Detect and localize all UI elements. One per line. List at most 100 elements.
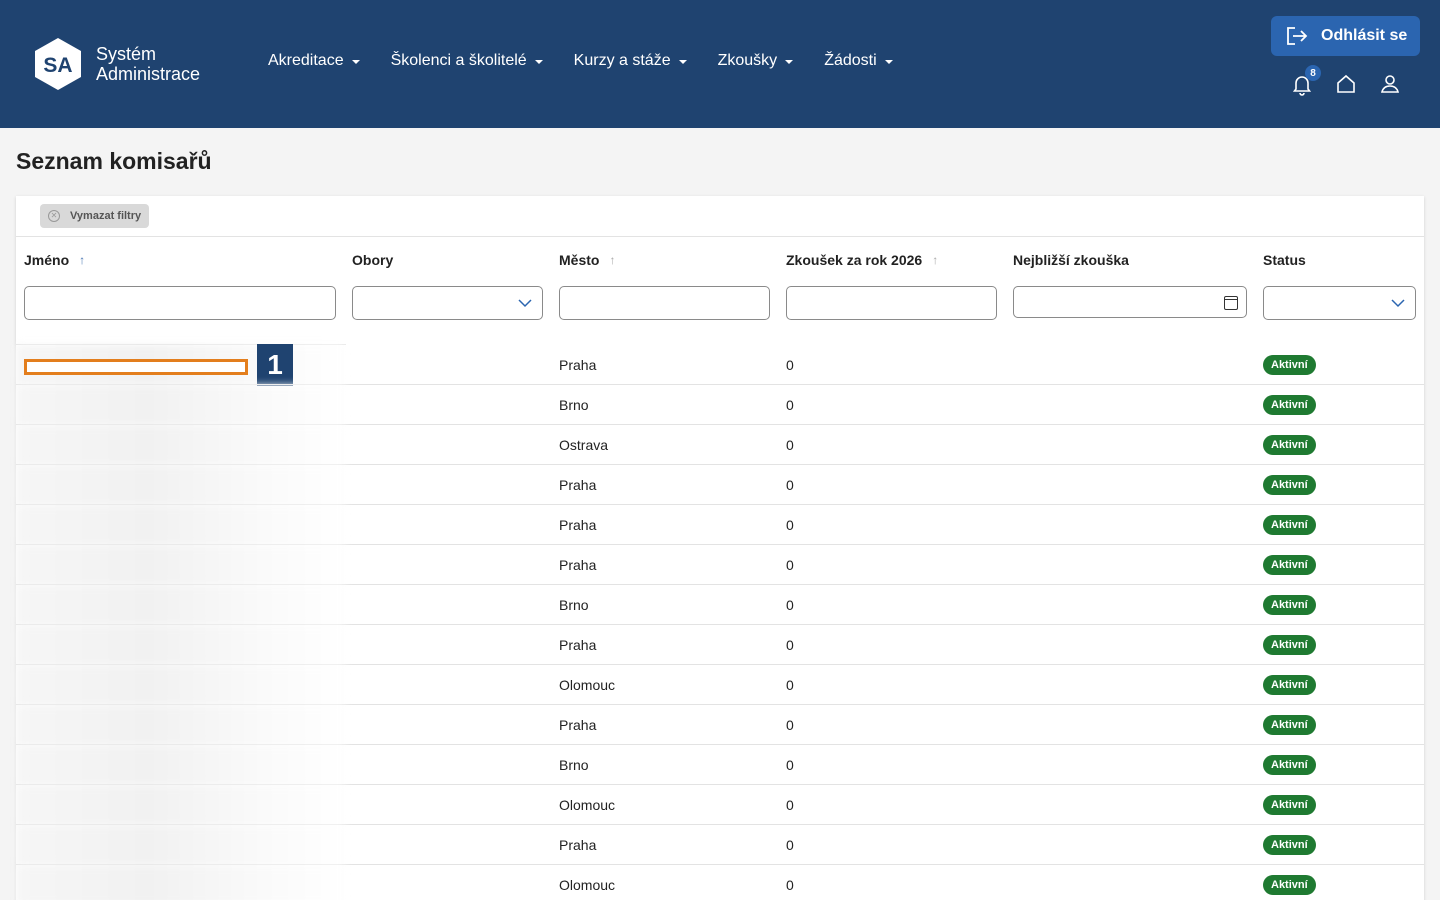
status-badge: Aktivní bbox=[1263, 515, 1316, 535]
table-row[interactable]: Olomouc 0 Aktivní bbox=[16, 664, 1424, 705]
logout-icon bbox=[1287, 27, 1308, 45]
cell-status: Aktivní bbox=[1263, 745, 1316, 785]
cell-zkousek: 0 bbox=[786, 597, 794, 613]
nav-kurzy[interactable]: Kurzy a stáže bbox=[574, 52, 687, 70]
status-badge: Aktivní bbox=[1263, 795, 1316, 815]
cell-status: Aktivní bbox=[1263, 465, 1316, 505]
filter-status-select[interactable] bbox=[1263, 286, 1416, 320]
table-row[interactable]: Praha 0 Aktivní bbox=[16, 504, 1424, 545]
logo-text: SA bbox=[43, 54, 72, 77]
cell-zkousek: 0 bbox=[786, 357, 794, 373]
calendar-icon[interactable] bbox=[1224, 296, 1238, 310]
status-badge: Aktivní bbox=[1263, 395, 1316, 415]
column-header-status[interactable]: Status bbox=[1263, 252, 1306, 268]
table-row[interactable]: Olomouc 0 Aktivní bbox=[16, 784, 1424, 825]
table-row[interactable]: Praha 0 Aktivní bbox=[16, 544, 1424, 585]
table-row[interactable]: Olomouc 0 Aktivní bbox=[16, 864, 1424, 900]
chevron-down-icon bbox=[884, 60, 893, 64]
chevron-down-icon bbox=[1391, 299, 1405, 308]
table-row[interactable]: Brno 0 Aktivní bbox=[16, 744, 1424, 785]
column-header-mesto[interactable]: Město ↑ bbox=[559, 252, 615, 268]
cell-zkousek: 0 bbox=[786, 717, 794, 733]
table-row[interactable]: Ostrava 0 Aktivní bbox=[16, 424, 1424, 465]
filter-jmeno-input[interactable] bbox=[24, 286, 336, 320]
status-badge: Aktivní bbox=[1263, 435, 1316, 455]
filter-bar: ✕ Vymazat filtry bbox=[16, 196, 1424, 237]
column-label: Status bbox=[1263, 252, 1306, 268]
column-header-obory[interactable]: Obory bbox=[352, 252, 393, 268]
status-badge: Aktivní bbox=[1263, 755, 1316, 775]
nav-skolenci[interactable]: Školenci a školitelé bbox=[391, 52, 543, 70]
brand-name[interactable]: Systém Administrace bbox=[96, 44, 200, 84]
cell-zkousek: 0 bbox=[786, 397, 794, 413]
nav-label: Žádosti bbox=[824, 52, 877, 69]
sort-arrow-icon: ↑ bbox=[932, 253, 939, 267]
table-row[interactable]: Brno 0 Aktivní bbox=[16, 384, 1424, 425]
cell-zkousek: 0 bbox=[786, 877, 794, 893]
chevron-down-icon bbox=[518, 299, 532, 308]
column-header-jmeno[interactable]: Jméno ↑ bbox=[24, 252, 85, 268]
nav-label: Akreditace bbox=[268, 52, 344, 69]
table-row[interactable]: Praha 0 Aktivní bbox=[16, 704, 1424, 745]
filter-mesto-field[interactable] bbox=[560, 287, 769, 319]
logout-label: Odhlásit se bbox=[1321, 27, 1408, 44]
column-header-zkousek[interactable]: Zkoušek za rok 2026 ↑ bbox=[786, 252, 938, 268]
highlight-box bbox=[24, 359, 248, 375]
filter-obory-select[interactable] bbox=[352, 286, 543, 320]
cell-mesto: Olomouc bbox=[559, 877, 616, 893]
cell-status: Aktivní bbox=[1263, 825, 1316, 865]
filter-jmeno-field[interactable] bbox=[25, 287, 335, 319]
column-header-nejblizsi[interactable]: Nejbližší zkouška bbox=[1013, 252, 1129, 268]
filter-date-input[interactable] bbox=[1013, 286, 1247, 318]
page-title: Seznam komisařů bbox=[16, 148, 212, 174]
redacted-name-cell bbox=[16, 745, 346, 785]
filter-zkousek-input[interactable] bbox=[786, 286, 997, 320]
cell-status: Aktivní bbox=[1263, 785, 1316, 825]
chevron-down-icon bbox=[785, 60, 794, 64]
chevron-down-icon bbox=[534, 60, 543, 64]
redacted-name-cell bbox=[16, 545, 346, 585]
logo-icon[interactable]: SA bbox=[34, 37, 82, 91]
cell-mesto: Praha bbox=[559, 557, 597, 573]
redacted-name-cell bbox=[16, 465, 346, 505]
table-row[interactable]: Brno 0 Aktivní bbox=[16, 584, 1424, 625]
status-badge: Aktivní bbox=[1263, 595, 1316, 615]
home-icon[interactable] bbox=[1334, 72, 1358, 96]
main-nav: Akreditace Školenci a školitelé Kurzy a … bbox=[268, 52, 924, 70]
redacted-name-cell bbox=[16, 425, 346, 465]
table-row[interactable]: 1 Praha 0 Aktivní bbox=[16, 341, 1424, 386]
status-badge: Aktivní bbox=[1263, 875, 1316, 895]
redacted-name-cell bbox=[16, 585, 346, 625]
redacted-name-cell bbox=[16, 785, 346, 825]
clear-filters-button[interactable]: ✕ Vymazat filtry bbox=[40, 204, 150, 228]
table-row[interactable]: Praha 0 Aktivní bbox=[16, 624, 1424, 665]
status-badge: Aktivní bbox=[1263, 555, 1316, 575]
logout-button[interactable]: Odhlásit se bbox=[1271, 16, 1420, 56]
table-row[interactable]: Praha 0 Aktivní bbox=[16, 464, 1424, 505]
redacted-name-cell bbox=[16, 705, 346, 745]
user-icon[interactable] bbox=[1378, 72, 1402, 96]
chevron-down-icon bbox=[351, 60, 360, 64]
nav-akreditace[interactable]: Akreditace bbox=[268, 52, 360, 70]
nav-label: Školenci a školitelé bbox=[390, 52, 527, 69]
cell-zkousek: 0 bbox=[786, 517, 794, 533]
cell-status: Aktivní bbox=[1263, 505, 1316, 545]
column-label: Jméno bbox=[24, 252, 70, 268]
nav-zkousky[interactable]: Zkoušky bbox=[718, 52, 794, 70]
redacted-name-cell bbox=[16, 665, 346, 705]
cell-mesto: Praha bbox=[559, 477, 597, 493]
clear-filters-label: Vymazat filtry bbox=[70, 210, 142, 222]
table-row[interactable]: Praha 0 Aktivní bbox=[16, 824, 1424, 865]
column-label: Nejbližší zkouška bbox=[1013, 252, 1129, 268]
sort-arrow-icon: ↑ bbox=[609, 253, 616, 267]
column-label: Obory bbox=[352, 252, 394, 268]
filter-zkousek-field[interactable] bbox=[787, 287, 996, 319]
cell-mesto: Ostrava bbox=[559, 437, 609, 453]
cell-zkousek: 0 bbox=[786, 437, 794, 453]
nav-zadosti[interactable]: Žádosti bbox=[824, 52, 893, 70]
status-badge: Aktivní bbox=[1263, 835, 1316, 855]
status-badge: Aktivní bbox=[1263, 715, 1316, 735]
filter-mesto-input[interactable] bbox=[559, 286, 770, 320]
redacted-name-cell bbox=[16, 385, 346, 425]
cell-status: Aktivní bbox=[1263, 625, 1316, 665]
